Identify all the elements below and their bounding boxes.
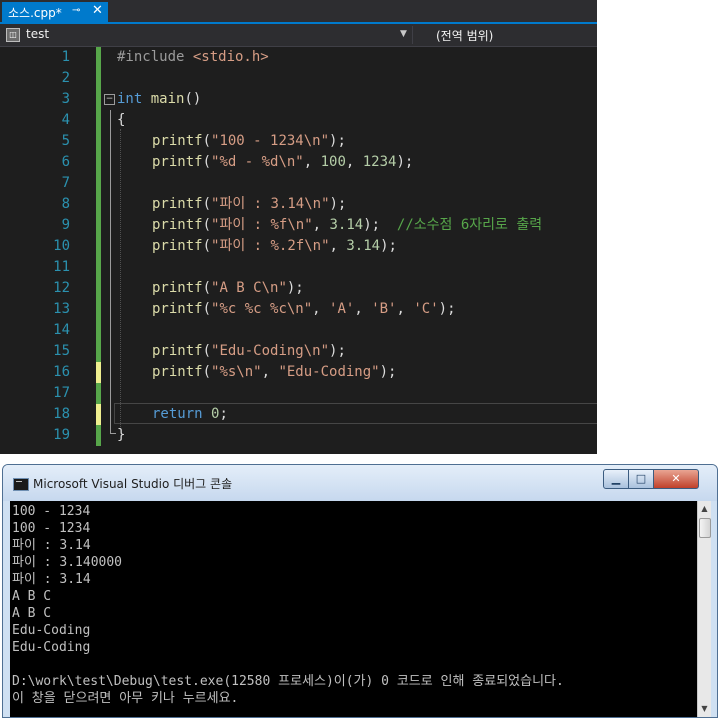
line-number: 3 [61, 91, 70, 107]
code-line-16: printf("%s\n", "Edu-Coding"); [152, 364, 397, 380]
console-line: 100 - 1234 [12, 521, 91, 536]
line-number: 7 [61, 175, 70, 191]
indent-guide [120, 129, 121, 429]
close-button[interactable]: ✕ [653, 469, 699, 489]
change-marker-saved [96, 47, 101, 362]
console-line: Edu-Coding [12, 623, 91, 638]
console-line: 파이 : 3.14 [12, 538, 91, 553]
code-line-8: printf("파이 : 3.14\n"); [152, 196, 347, 212]
line-number: 9 [61, 217, 70, 233]
tab-label: 소스.cpp* [8, 6, 62, 20]
code-line-19: } [117, 427, 126, 443]
scroll-up-icon[interactable]: ▲ [698, 501, 711, 517]
code-editor: 소스.cpp* ⊸ ✕ ◫ test ▼ (전역 범위) 1 2 3 4 5 6… [0, 0, 597, 454]
console-icon [13, 478, 29, 491]
minimize-button[interactable]: ▁ [603, 469, 629, 489]
code-line-6: printf("%d - %d\n", 100, 1234); [152, 154, 414, 170]
vertical-scrollbar[interactable]: ▲ ▼ [697, 501, 711, 717]
line-number: 17 [53, 385, 70, 401]
line-number-gutter: 1 2 3 4 5 6 7 8 9 10 11 12 13 14 15 16 1… [0, 47, 90, 454]
code-line-9: printf("파이 : %f\n", 3.14); //소수점 6자리로 출력 [152, 217, 543, 233]
console-line: 이 창을 닫으려면 아무 키나 누르세요. [12, 691, 239, 706]
code-line-12: printf("A B C\n"); [152, 280, 304, 296]
navigation-bar: ◫ test ▼ (전역 범위) [0, 24, 597, 47]
console-line: 100 - 1234 [12, 504, 91, 519]
code-area[interactable]: 1 2 3 4 5 6 7 8 9 10 11 12 13 14 15 16 1… [0, 47, 597, 454]
line-number: 13 [53, 301, 70, 317]
nav-separator [412, 26, 413, 44]
code-line-3: int main() [117, 91, 202, 107]
line-number: 4 [61, 112, 70, 128]
line-number: 18 [53, 406, 70, 422]
console-line: 파이 : 3.14 [12, 572, 91, 587]
line-number: 15 [53, 343, 70, 359]
code-line-10: printf("파이 : %.2f\n", 3.14); [152, 238, 397, 254]
scope-dropdown[interactable]: (전역 범위) [436, 27, 493, 44]
change-marker-unsaved [96, 404, 101, 425]
code-line-5: printf("100 - 1234\n"); [152, 133, 346, 149]
console-output[interactable]: 100 - 1234 100 - 1234 파이 : 3.14 파이 : 3.1… [10, 501, 711, 717]
line-number: 10 [53, 238, 70, 254]
collapse-icon[interactable]: − [104, 94, 115, 105]
close-icon[interactable]: ✕ [92, 3, 103, 18]
chevron-down-icon[interactable]: ▼ [400, 29, 407, 39]
fold-line [110, 110, 111, 434]
console-line: A B C [12, 606, 52, 621]
scroll-down-icon[interactable]: ▼ [698, 701, 711, 717]
fold-end [110, 433, 116, 434]
project-dropdown[interactable]: ◫ test ▼ [4, 26, 408, 44]
line-number: 2 [61, 70, 70, 86]
line-number: 8 [61, 196, 70, 212]
window-title: Microsoft Visual Studio 디버그 콘솔 [33, 477, 233, 491]
line-number: 12 [53, 280, 70, 296]
change-marker-unsaved [96, 362, 101, 383]
line-number: 14 [53, 322, 70, 338]
code-line-15: printf("Edu-Coding\n"); [152, 343, 346, 359]
console-line: Edu-Coding [12, 640, 91, 655]
tab-strip: 소스.cpp* ⊸ ✕ [0, 0, 597, 22]
code-line-1: #include <stdio.h> [117, 49, 269, 65]
change-marker-saved [96, 383, 101, 404]
line-number: 5 [61, 133, 70, 149]
title-bar[interactable]: Microsoft Visual Studio 디버그 콘솔 ▁ □ ✕ [3, 465, 717, 501]
line-number: 1 [61, 49, 70, 65]
scroll-thumb[interactable] [699, 518, 711, 538]
line-number: 6 [61, 154, 70, 170]
tab-source-file[interactable]: 소스.cpp* ⊸ ✕ [2, 2, 108, 22]
project-label: test [26, 27, 50, 41]
line-number: 11 [53, 259, 70, 275]
console-line: A B C [12, 589, 52, 604]
console-line: 파이 : 3.140000 [12, 555, 123, 570]
code-line-13: printf("%c %c %c\n", 'A', 'B', 'C'); [152, 301, 456, 317]
change-marker-saved [96, 425, 101, 446]
maximize-button[interactable]: □ [628, 469, 654, 489]
console-line: D:\work\test\Debug\test.exe(12580 프로세스)이… [12, 674, 564, 689]
project-icon: ◫ [6, 28, 20, 42]
line-number: 16 [53, 364, 70, 380]
code-line-18: return 0; [152, 406, 228, 422]
code-line-4: { [117, 112, 126, 128]
pin-icon[interactable]: ⊸ [72, 5, 80, 16]
debug-console-window: Microsoft Visual Studio 디버그 콘솔 ▁ □ ✕ 100… [2, 464, 718, 718]
line-number: 19 [53, 427, 70, 443]
window-controls: ▁ □ ✕ [603, 469, 709, 489]
